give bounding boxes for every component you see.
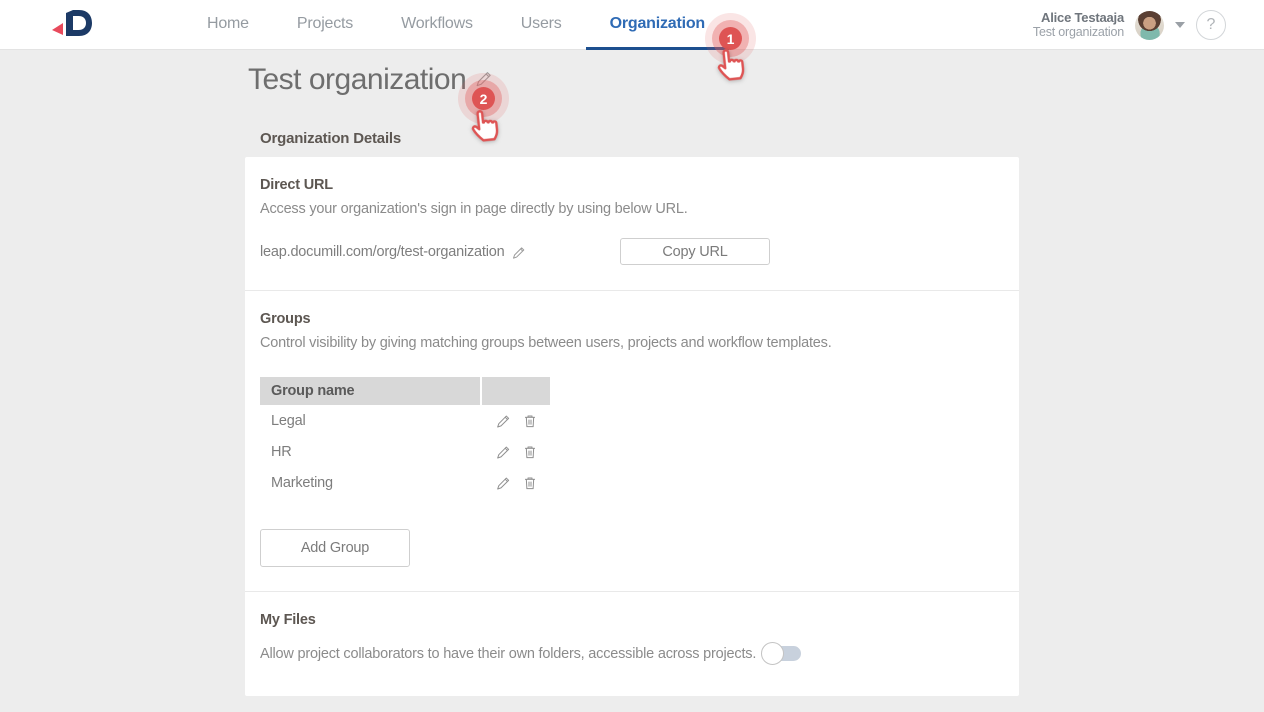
groups-description: Control visibility by giving matching gr… xyxy=(260,335,1004,351)
user-organization: Test organization xyxy=(1033,25,1124,40)
nav-item-workflows[interactable]: Workflows xyxy=(377,0,497,50)
table-header-group-name: Group name xyxy=(260,377,480,405)
organization-settings-page: { "brand": { "logo_text": "1D" }, "nav":… xyxy=(0,0,1264,712)
nav-item-organization[interactable]: Organization xyxy=(586,0,729,50)
edit-group-pencil-icon[interactable] xyxy=(495,475,511,491)
groups-table: Group name Legal xyxy=(260,377,1004,498)
organization-details-card: Direct URL Access your organization's si… xyxy=(245,157,1019,696)
edit-title-pencil-icon[interactable] xyxy=(474,69,493,88)
nav-item-home[interactable]: Home xyxy=(183,0,273,50)
delete-group-trash-icon[interactable] xyxy=(522,475,538,491)
direct-url-description: Access your organization's sign in page … xyxy=(260,201,1004,217)
documill-logo-icon[interactable] xyxy=(46,6,96,44)
edit-group-pencil-icon[interactable] xyxy=(495,413,511,429)
nav-item-users[interactable]: Users xyxy=(497,0,586,50)
user-name: Alice Testaaja xyxy=(1033,10,1124,25)
direct-url-row: leap.documill.com/org/test-organization … xyxy=(260,238,1004,266)
group-name: HR xyxy=(260,444,482,460)
main-nav: Home Projects Workflows Users Organizati… xyxy=(183,0,729,50)
edit-url-pencil-icon[interactable] xyxy=(511,245,526,260)
user-block: Alice Testaaja Test organization ? xyxy=(1033,0,1226,50)
toggle-knob xyxy=(761,642,784,665)
avatar[interactable] xyxy=(1135,11,1164,40)
table-header-row: Group name xyxy=(260,377,1004,405)
direct-url-heading: Direct URL xyxy=(260,177,1004,193)
my-files-toggle[interactable] xyxy=(763,645,801,662)
group-name: Marketing xyxy=(260,475,482,491)
table-row: Legal xyxy=(260,406,1004,436)
main-content: Test organization Organization Details D… xyxy=(0,50,1264,712)
table-row: HR xyxy=(260,437,1004,467)
help-button[interactable]: ? xyxy=(1196,10,1226,40)
direct-url-section: Direct URL Access your organization's si… xyxy=(245,157,1019,290)
user-info: Alice Testaaja Test organization xyxy=(1033,10,1124,40)
add-group-button[interactable]: Add Group xyxy=(260,529,410,567)
organization-details-header: Organization Details xyxy=(260,130,1019,147)
edit-group-pencil-icon[interactable] xyxy=(495,444,511,460)
nav-item-projects[interactable]: Projects xyxy=(273,0,377,50)
table-row: Marketing xyxy=(260,468,1004,498)
delete-group-trash-icon[interactable] xyxy=(522,413,538,429)
group-name: Legal xyxy=(260,413,482,429)
top-navigation-bar: Home Projects Workflows Users Organizati… xyxy=(0,0,1264,50)
page-title: Test organization xyxy=(248,63,466,97)
my-files-section: My Files Allow project collaborators to … xyxy=(245,592,1019,696)
copy-url-button[interactable]: Copy URL xyxy=(620,238,770,265)
groups-section: Groups Control visibility by giving matc… xyxy=(245,291,1019,591)
question-mark-icon: ? xyxy=(1207,16,1216,34)
chevron-down-icon[interactable] xyxy=(1175,22,1185,28)
table-header-actions-cell xyxy=(482,377,550,405)
delete-group-trash-icon[interactable] xyxy=(522,444,538,460)
page-title-row: Test organization xyxy=(245,63,1019,97)
groups-heading: Groups xyxy=(260,311,1004,327)
direct-url-value: leap.documill.com/org/test-organization xyxy=(260,244,504,260)
my-files-heading: My Files xyxy=(260,612,1004,628)
my-files-description: Allow project collaborators to have thei… xyxy=(260,646,756,662)
